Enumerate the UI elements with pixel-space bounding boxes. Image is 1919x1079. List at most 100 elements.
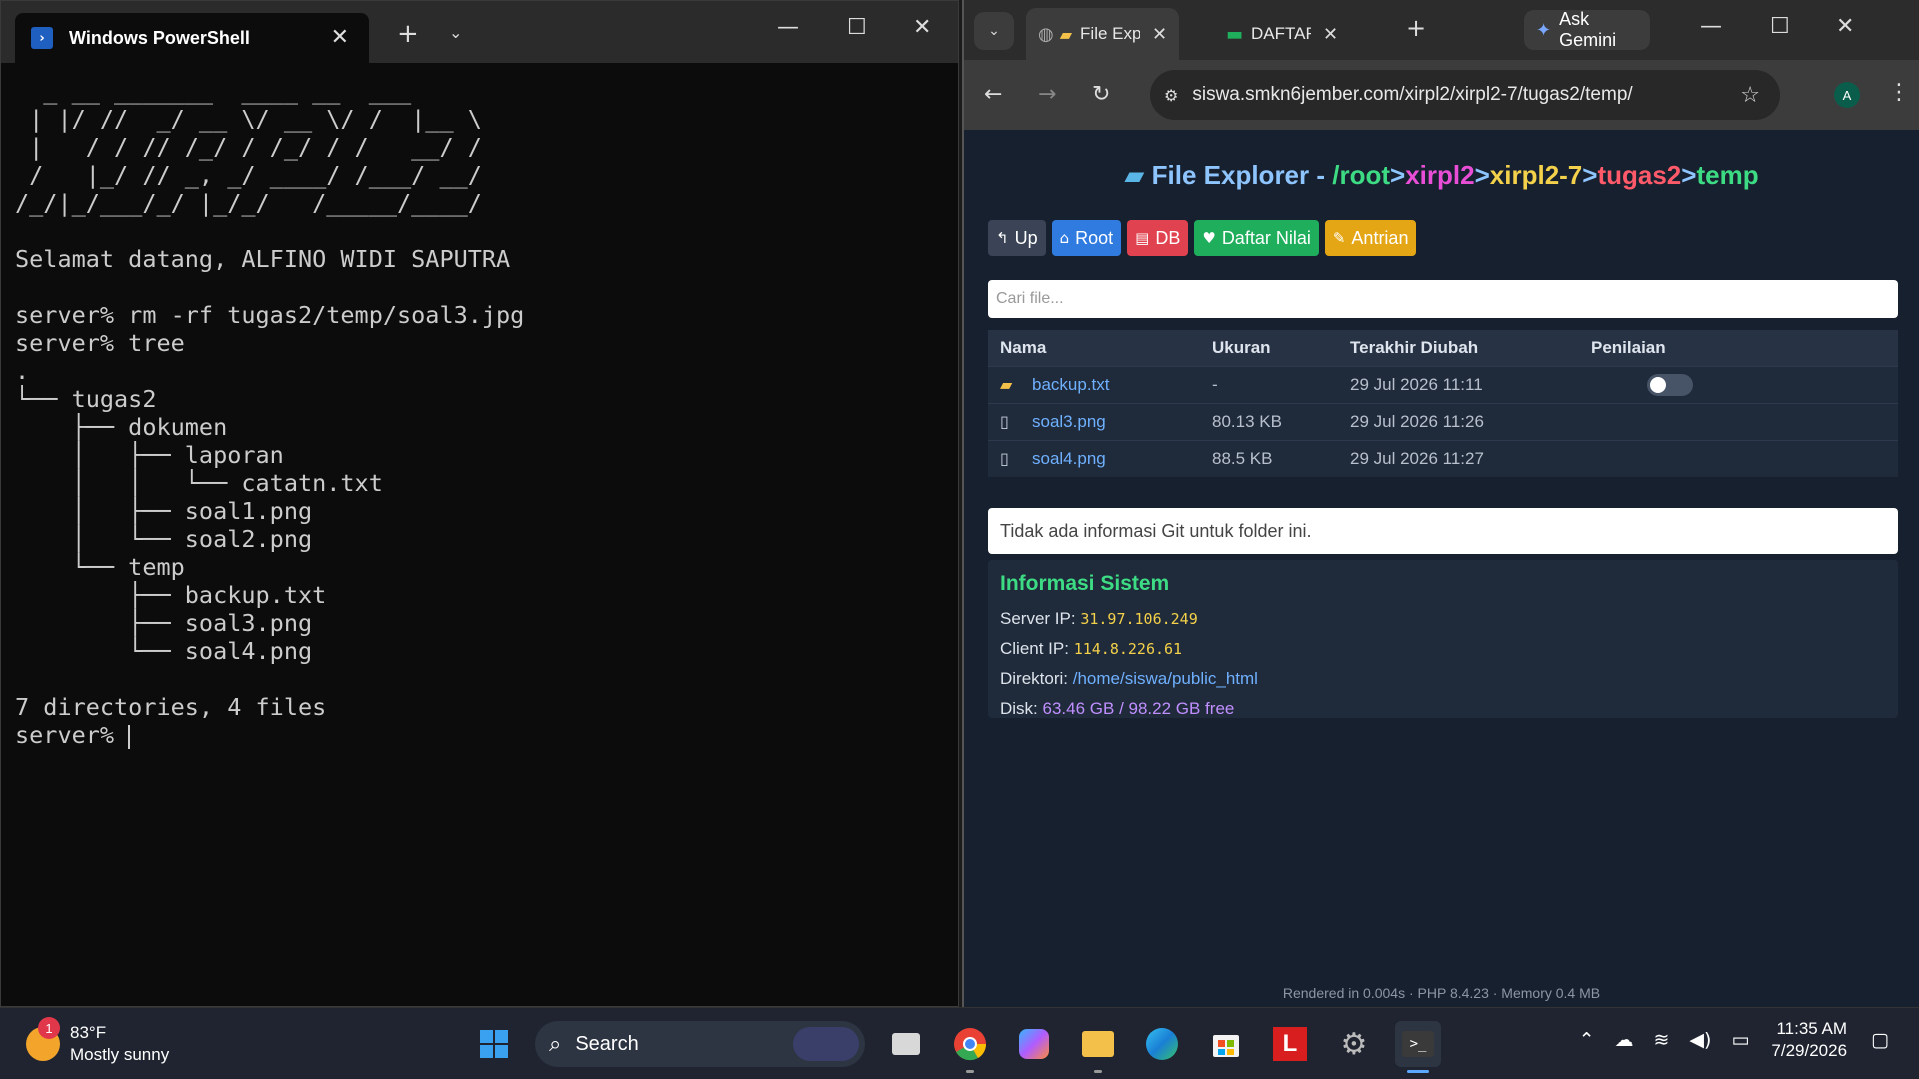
terminal-icon[interactable]: >_ [1395, 1021, 1441, 1073]
bookmark-star-icon[interactable]: ☆ [1740, 83, 1760, 108]
maximize-button[interactable]: ☐ [847, 15, 867, 40]
ask-gemini-button[interactable]: ✦ Ask Gemini [1524, 9, 1650, 50]
chrome-tabbar: ⌄ ◍ ▰ File Explorer ✕ ▬ DAFTAR HADIR ✕ +… [964, 0, 1919, 60]
penilaian-cell [1579, 402, 1898, 440]
url-text: siswa.smkn6jember.com/xirpl2/xirpl2-7/tu… [1192, 84, 1633, 105]
terminal-output[interactable]: _ __ _______ ____ __ ___ | |/ // _/ __ \… [1, 63, 958, 749]
weather-widget[interactable]: 1 83°F Mostly sunny [26, 1017, 169, 1066]
text-cursor [128, 724, 131, 749]
breadcrumb-item[interactable]: temp [1696, 160, 1758, 190]
wifi-icon[interactable]: ≋ [1654, 1029, 1670, 1051]
powershell-window: › Windows PowerShell ✕ + ⌄ — ☐ ✕ _ __ __… [0, 0, 959, 1007]
directory-line: Direktori: /home/siswa/public_html [1000, 664, 1886, 694]
taskbar-search[interactable]: ⌕ Search [535, 1021, 865, 1067]
onedrive-icon[interactable]: ☁ [1615, 1029, 1634, 1051]
clock-time: 11:35 AM [1776, 1019, 1848, 1038]
disk-line: Disk: 63.46 GB / 98.22 GB free [1000, 694, 1886, 724]
gemini-icon: ✦ [1536, 19, 1552, 41]
site-info-icon[interactable]: ⚙ [1164, 86, 1178, 105]
task-view-icon[interactable] [883, 1021, 929, 1067]
terminal-line: └── temp [15, 553, 185, 581]
disk-value: 63.46 GB / 98.22 GB free [1042, 699, 1235, 718]
close-icon[interactable]: ✕ [1152, 24, 1167, 45]
chevron-down-icon[interactable]: ⌄ [449, 23, 462, 42]
back-button[interactable]: ← [984, 82, 1002, 107]
nav-button-db[interactable]: ▤ DB [1127, 220, 1189, 256]
forward-button[interactable]: → [1038, 82, 1056, 107]
tab-daftar-hadir[interactable]: ▬ DAFTAR HADIR ✕ [1214, 8, 1350, 60]
copilot-icon[interactable] [1011, 1021, 1057, 1067]
column-header[interactable]: Penilaian [1579, 330, 1898, 366]
nav-button-icon: ✎ [1332, 229, 1346, 247]
tab-file-explorer[interactable]: ◍ ▰ File Explorer ✕ [1026, 8, 1180, 60]
powershell-tab[interactable]: › Windows PowerShell ✕ [15, 13, 369, 63]
column-header[interactable]: Ukuran [1200, 330, 1338, 366]
file-table-body: ▰ backup.txt -29 Jul 2026 11:11 ▯ soal3.png 8… [988, 365, 1898, 477]
breadcrumb-item[interactable]: xirpl2 [1405, 160, 1474, 190]
windows-logo-icon [480, 1030, 508, 1058]
running-indicator [966, 1070, 974, 1073]
nav-button-up[interactable]: ↰ Up [988, 220, 1046, 256]
file-explorer-icon[interactable] [1075, 1021, 1121, 1073]
terminal-line: │ ├── laporan [15, 441, 284, 469]
table-row: ▯ soal3.png 80.13 KB 29 Jul 2026 11:26 [988, 402, 1898, 440]
penilaian-cell [1579, 439, 1898, 477]
breadcrumb-item[interactable]: xirpl2-7 [1490, 160, 1583, 190]
sun-icon: 1 [26, 1017, 60, 1061]
terminal-line: server% rm -rf tugas2/temp/soal3.jpg [15, 301, 525, 329]
reload-button[interactable]: ↻ [1092, 82, 1110, 107]
column-header[interactable]: Nama [988, 330, 1200, 366]
minimize-button[interactable]: — [1700, 14, 1722, 39]
minimize-button[interactable]: — [777, 15, 799, 40]
system-tray: ⌃ ☁ ≋ ◀) ▭ 11:35 AM 7/29/2026 ▢ [1569, 1018, 1899, 1062]
address-bar[interactable]: ⚙ siswa.smkn6jember.com/xirpl2/xirpl2-7/… [1150, 70, 1780, 120]
microsoft-store-icon[interactable] [1203, 1021, 1249, 1067]
new-tab-button[interactable]: + [1406, 14, 1426, 42]
file-size-cell: 88.5 KB [1200, 439, 1338, 477]
nav-button-label: Up [1014, 227, 1038, 248]
client-ip-value: 114.8.226.61 [1073, 640, 1183, 658]
file-link[interactable]: backup.txt [1032, 375, 1110, 394]
close-icon[interactable]: ✕ [1323, 24, 1338, 45]
nav-button-antrian[interactable]: ✎ Antrian [1324, 220, 1417, 256]
l-app-icon[interactable]: L [1267, 1021, 1313, 1067]
chrome-icon[interactable] [947, 1021, 993, 1073]
disk-label: Disk: [1000, 699, 1038, 718]
menu-icon[interactable]: ⋮ [1888, 80, 1910, 105]
close-tab-icon[interactable]: ✕ [331, 25, 349, 50]
nav-button-icon: ⌂ [1059, 229, 1070, 247]
notification-icon[interactable]: ▢ [1871, 1029, 1889, 1051]
maximize-button[interactable]: ☐ [1770, 14, 1790, 39]
search-icon: ⌕ [549, 1031, 562, 1057]
terminal-line: 7 directories, 4 files [15, 693, 327, 721]
file-size-cell: 80.13 KB [1200, 402, 1338, 440]
start-button[interactable] [471, 1021, 517, 1067]
breadcrumb-item[interactable]: /root [1332, 160, 1390, 190]
file-link[interactable]: soal4.png [1032, 449, 1106, 468]
nav-button-root[interactable]: ⌂ Root [1051, 220, 1122, 256]
edge-icon[interactable] [1139, 1021, 1185, 1067]
volume-icon[interactable]: ◀) [1689, 1029, 1711, 1051]
nav-button-daftar-nilai[interactable]: ♥ Daftar Nilai [1194, 220, 1319, 256]
penilaian-toggle[interactable] [1647, 373, 1693, 396]
column-header[interactable]: Terakhir Diubah [1338, 330, 1579, 366]
settings-gear-icon[interactable]: ⚙ [1331, 1021, 1377, 1067]
tab-label: File Explorer [1080, 24, 1141, 43]
new-tab-button[interactable]: + [397, 19, 419, 49]
close-window-button[interactable]: ✕ [1836, 14, 1854, 39]
breadcrumb-item[interactable]: tugas2 [1597, 160, 1681, 190]
profile-avatar[interactable]: A [1834, 82, 1860, 108]
battery-icon[interactable]: ▭ [1731, 1029, 1749, 1051]
search-label: Search [575, 1032, 639, 1055]
active-indicator [1407, 1070, 1429, 1073]
close-window-button[interactable]: ✕ [913, 15, 931, 40]
terminal-line: ├── backup.txt [15, 581, 327, 609]
search-input[interactable] [988, 280, 1898, 318]
file-link[interactable]: soal3.png [1032, 412, 1106, 431]
clock[interactable]: 11:35 AM 7/29/2026 [1771, 1018, 1847, 1062]
breadcrumb: /root>xirpl2>xirpl2-7>tugas2>temp [1332, 160, 1758, 190]
terminal-line: | / / // /_/ / /_/ / / __/ / [15, 133, 482, 161]
tab-search-button[interactable]: ⌄ [974, 12, 1014, 50]
chevron-up-icon[interactable]: ⌃ [1579, 1029, 1595, 1051]
